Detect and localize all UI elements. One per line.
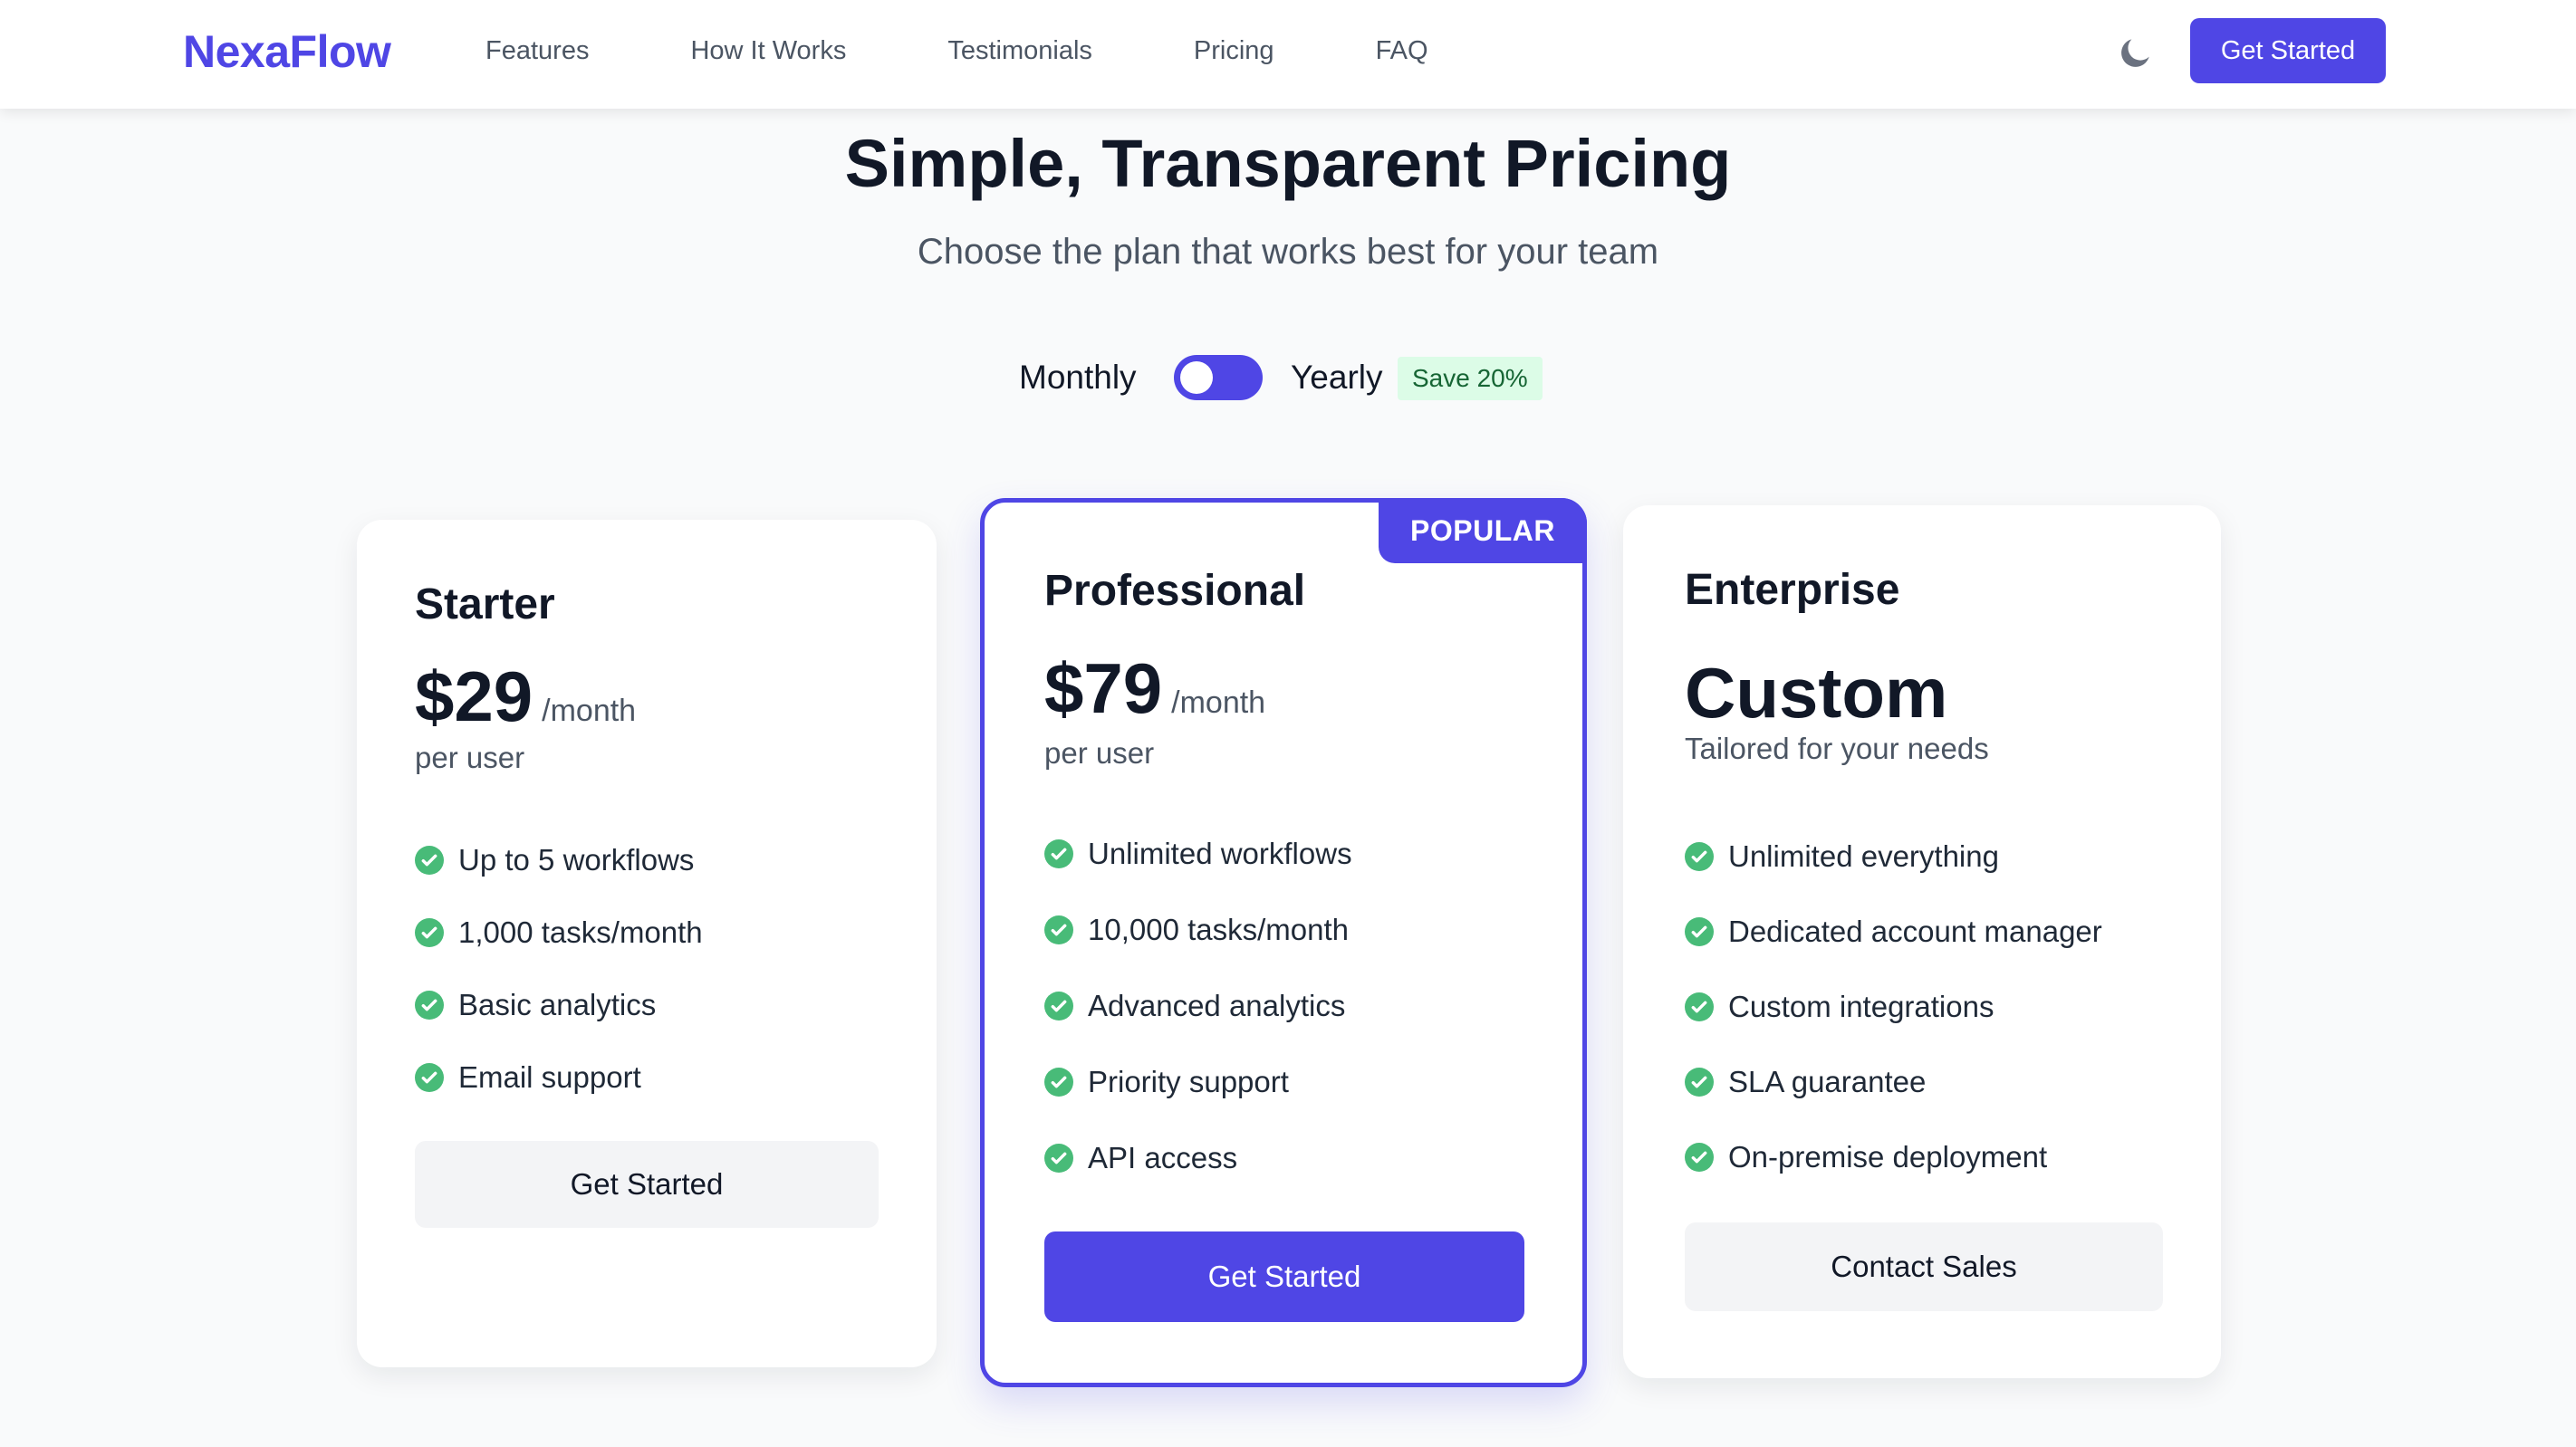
price-amount: $29 xyxy=(415,656,533,736)
feature-list: Unlimited everything Dedicated account m… xyxy=(1685,819,2102,1194)
check-circle-icon xyxy=(1044,992,1073,1021)
feature-text: Up to 5 workflows xyxy=(458,843,695,877)
brand-logo[interactable]: NexaFlow xyxy=(183,25,391,78)
feature-item: SLA guarantee xyxy=(1685,1044,2102,1119)
check-circle-icon xyxy=(1044,839,1073,868)
billing-switch[interactable] xyxy=(1174,355,1263,400)
popular-badge: POPULAR xyxy=(1379,498,1587,563)
check-circle-icon xyxy=(415,918,444,947)
feature-item: Basic analytics xyxy=(415,969,703,1041)
plan-name: Starter xyxy=(415,580,555,628)
check-circle-icon xyxy=(415,846,444,875)
check-circle-icon xyxy=(1044,1068,1073,1097)
switch-knob xyxy=(1180,361,1213,394)
check-circle-icon xyxy=(1685,841,1714,871)
check-circle-icon xyxy=(1685,1067,1714,1097)
check-circle-icon xyxy=(1044,1144,1073,1173)
nav-link-pricing[interactable]: Pricing xyxy=(1194,36,1274,66)
feature-text: Email support xyxy=(458,1060,641,1094)
professional-get-started-button[interactable]: Get Started xyxy=(1044,1231,1524,1322)
feature-item: On-premise deployment xyxy=(1685,1119,2102,1194)
feature-text: SLA guarantee xyxy=(1728,1064,1927,1098)
plan-price: $79/month xyxy=(1044,647,1265,730)
feature-text: On-premise deployment xyxy=(1728,1139,2048,1174)
feature-text: API access xyxy=(1088,1141,1238,1174)
feature-item: 1,000 tasks/month xyxy=(415,896,703,969)
feature-text: Dedicated account manager xyxy=(1728,914,2102,948)
feature-item: Unlimited everything xyxy=(1685,819,2102,894)
feature-text: Unlimited everything xyxy=(1728,838,1999,873)
feature-item: Dedicated account manager xyxy=(1685,894,2102,969)
nav-link-testimonials[interactable]: Testimonials xyxy=(947,36,1092,66)
feature-list: Unlimited workflows 10,000 tasks/month A… xyxy=(1044,816,1352,1196)
feature-item: Up to 5 workflows xyxy=(415,824,703,896)
plan-card-enterprise: Enterprise Custom Tailored for your need… xyxy=(1623,505,2221,1378)
feature-text: Basic analytics xyxy=(458,988,657,1021)
check-circle-icon xyxy=(1685,992,1714,1021)
feature-item: API access xyxy=(1044,1120,1352,1196)
price-amount: Custom xyxy=(1685,653,1948,733)
price-period: /month xyxy=(542,694,637,728)
feature-item: Priority support xyxy=(1044,1044,1352,1120)
check-circle-icon xyxy=(415,991,444,1020)
billing-monthly-label[interactable]: Monthly xyxy=(1019,359,1137,397)
plan-price: $29/month xyxy=(415,656,636,738)
feature-item: Email support xyxy=(415,1041,703,1114)
feature-text: Unlimited workflows xyxy=(1088,837,1352,870)
feature-text: Priority support xyxy=(1088,1065,1289,1098)
plan-name: Enterprise xyxy=(1685,566,1900,614)
nav-link-how-it-works[interactable]: How It Works xyxy=(690,36,846,66)
check-circle-icon xyxy=(415,1063,444,1092)
feature-list: Up to 5 workflows 1,000 tasks/month Basi… xyxy=(415,824,703,1114)
price-note: per user xyxy=(415,741,525,774)
feature-item: 10,000 tasks/month xyxy=(1044,892,1352,968)
feature-text: Advanced analytics xyxy=(1088,989,1346,1022)
price-note: Tailored for your needs xyxy=(1685,732,1989,765)
billing-yearly-label[interactable]: Yearly xyxy=(1291,359,1382,397)
price-amount: $79 xyxy=(1044,648,1163,728)
feature-item: Custom integrations xyxy=(1685,969,2102,1044)
top-navbar: NexaFlow Features How It Works Testimoni… xyxy=(0,0,2576,109)
save-badge: Save 20% xyxy=(1398,357,1543,400)
check-circle-icon xyxy=(1685,916,1714,946)
moon-icon xyxy=(2121,39,2149,67)
plan-name: Professional xyxy=(1044,567,1306,615)
feature-text: Custom integrations xyxy=(1728,989,1994,1023)
starter-get-started-button[interactable]: Get Started xyxy=(415,1141,879,1228)
price-note: per user xyxy=(1044,736,1155,770)
feature-item: Unlimited workflows xyxy=(1044,816,1352,892)
enterprise-contact-sales-button[interactable]: Contact Sales xyxy=(1685,1222,2163,1311)
main-nav: Features How It Works Testimonials Prici… xyxy=(485,36,1428,66)
check-circle-icon xyxy=(1044,915,1073,944)
nav-link-faq[interactable]: FAQ xyxy=(1376,36,1428,66)
price-period: /month xyxy=(1171,685,1266,720)
billing-toggle: Monthly Yearly Save 20% xyxy=(0,351,2576,406)
plan-price: Custom xyxy=(1685,652,1947,734)
theme-toggle-button[interactable] xyxy=(2116,33,2156,72)
nav-link-features[interactable]: Features xyxy=(485,36,589,66)
plan-card-professional: POPULAR Professional $79/month per user … xyxy=(980,498,1587,1387)
check-circle-icon xyxy=(1685,1142,1714,1172)
nav-get-started-button[interactable]: Get Started xyxy=(2190,18,2386,83)
feature-text: 1,000 tasks/month xyxy=(458,915,703,949)
feature-item: Advanced analytics xyxy=(1044,968,1352,1044)
plan-card-starter: Starter $29/month per user Up to 5 workf… xyxy=(357,520,937,1367)
page-title: Simple, Transparent Pricing xyxy=(844,126,1732,201)
page-subtitle: Choose the plan that works best for your… xyxy=(917,232,1659,272)
feature-text: 10,000 tasks/month xyxy=(1088,913,1350,946)
